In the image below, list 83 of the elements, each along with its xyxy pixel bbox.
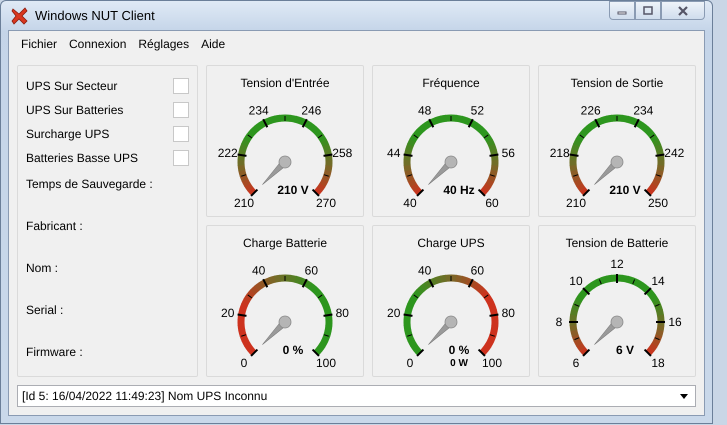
status-checkbox[interactable] (173, 126, 189, 142)
scale-label: 258 (332, 146, 352, 160)
scale-label: 52 (470, 103, 484, 118)
maximize-icon (643, 6, 653, 16)
scale-label: 222 (218, 146, 238, 160)
app-icon (11, 6, 29, 24)
dropdown-value: [Id 5: 16/04/2022 11:49:23] Nom UPS Inconnu (22, 388, 268, 405)
window-title: Windows NUT Client (35, 6, 155, 25)
scale-label: 218 (550, 146, 570, 160)
gauge-title: Charge Batterie (242, 235, 328, 252)
gauge-reading: 0 % (282, 343, 304, 357)
scale-label: 80 (502, 306, 515, 320)
scale-label: 242 (664, 146, 684, 160)
scale-label: 56 (502, 146, 515, 160)
scale-label: 48 (418, 103, 432, 118)
gauge-title: Tension de Batterie (566, 235, 668, 252)
indicator-label: Surcharge UPS (26, 126, 110, 143)
scale-label: 8 (556, 315, 562, 329)
gauge-sub-reading: 0 W (450, 358, 468, 369)
close-icon (677, 6, 689, 16)
scale-label: 44 (387, 146, 400, 160)
scale-label: 10 (569, 274, 583, 288)
scale-label: 16 (668, 315, 682, 329)
indicator-label: UPS Sur Batteries (26, 102, 124, 119)
scale-label: 100 (482, 356, 502, 370)
info-label: Firmware : (26, 344, 83, 361)
scale-label: 226 (580, 103, 601, 118)
scale-label: 60 (470, 263, 484, 278)
gauge-title: Tension d'Entrée (240, 75, 330, 92)
info-label: Nom : (26, 260, 58, 277)
info-label: Fabricant : (26, 218, 83, 235)
scale-label: 270 (316, 196, 336, 210)
scale-label: 6 (572, 356, 580, 370)
info-label: Temps de Sauvegarde : (26, 176, 153, 193)
menu-item[interactable]: Connexion (63, 33, 132, 55)
indicator-label: UPS Sur Secteur (26, 78, 118, 95)
scale-label: 40 (418, 263, 432, 278)
scale-label: 250 (648, 196, 668, 210)
status-checkbox[interactable] (173, 102, 189, 118)
gauge-title: Tension de Sortie (570, 75, 664, 92)
scale-label: 20 (221, 306, 234, 320)
scale-label: 14 (651, 274, 665, 288)
gauge-reading: 6 V (616, 343, 634, 357)
gauge-needle (428, 156, 458, 185)
scale-label: 0 (406, 356, 414, 370)
gauge-reading: 40 Hz (443, 183, 475, 197)
status-checkbox[interactable] (173, 150, 189, 166)
gauge-title: Charge UPS (417, 235, 485, 252)
menu-item[interactable]: Aide (195, 33, 232, 55)
scale-label: 246 (301, 103, 322, 118)
maximize-button[interactable] (635, 1, 661, 20)
indicator-label: Batteries Basse UPS (26, 150, 138, 167)
gauge-needle (262, 156, 292, 185)
scale-label: 0 (240, 356, 248, 370)
scale-label: 210 (234, 196, 254, 210)
scale-label: 234 (248, 103, 269, 118)
gauge-needle (594, 156, 624, 185)
log-dropdown[interactable]: [Id 5: 16/04/2022 11:49:23] Nom UPS Inconnu (17, 385, 696, 407)
gauge-reading: 0 % (448, 343, 470, 357)
menu-item[interactable]: Réglages (132, 33, 196, 55)
close-button[interactable] (661, 1, 705, 20)
gauge-reading: 210 V (277, 183, 309, 197)
scale-label: 20 (387, 306, 400, 320)
scale-label: 40 (252, 263, 266, 278)
status-checkbox[interactable] (173, 78, 189, 94)
scale-label: 60 (304, 263, 318, 278)
gauge-needle (594, 316, 624, 345)
gauge-title: Fréquence (422, 75, 480, 92)
menu-item[interactable]: Fichier (15, 33, 64, 55)
info-label: Serial : (26, 302, 64, 319)
scale-label: 210 (566, 196, 586, 210)
gauge-needle (428, 316, 458, 345)
minimize-button[interactable] (609, 1, 635, 20)
scale-label: 80 (336, 306, 349, 320)
scale-label: 234 (633, 103, 654, 118)
scale-label: 18 (651, 356, 665, 370)
scale-label: 12 (610, 257, 624, 271)
scale-label: 40 (403, 196, 417, 210)
scale-label: 60 (485, 196, 499, 210)
caret-icon (680, 394, 688, 398)
gauge-reading: 210 V (609, 183, 641, 197)
gauge-needle (262, 316, 292, 345)
scale-label: 100 (316, 356, 336, 370)
